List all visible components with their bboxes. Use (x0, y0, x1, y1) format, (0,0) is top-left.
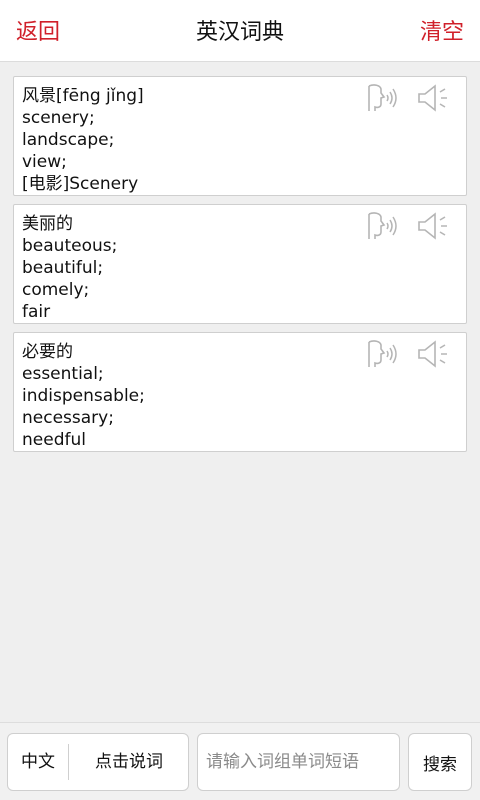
voice-input-icon[interactable] (364, 83, 400, 113)
search-input[interactable] (197, 733, 400, 791)
input-mode-group: 中文 点击说词 (7, 733, 189, 791)
speaker-icon[interactable] (416, 211, 452, 241)
result-meaning: beautiful; (22, 258, 104, 278)
result-meaning: comely; (22, 280, 90, 300)
result-card: 美丽的 beauteous; beautiful; comely; fair (13, 204, 467, 324)
result-meaning: [电影]Scenery (22, 174, 139, 194)
voice-input-icon[interactable] (364, 211, 400, 241)
result-meaning: fair (22, 302, 51, 322)
results-list: 风景[fēng jǐng] scenery; landscape; view; … (0, 62, 480, 722)
page-title: 英汉词典 (195, 20, 284, 45)
app-header: 返回 英汉词典 清空 (0, 0, 480, 62)
result-meaning: necessary; (22, 408, 114, 428)
result-card: 风景[fēng jǐng] scenery; landscape; view; … (13, 76, 467, 196)
search-button[interactable]: 搜索 (408, 733, 472, 791)
result-meaning: view; (22, 152, 67, 172)
voice-input-button[interactable]: 点击说词 (69, 734, 189, 790)
result-card: 必要的 essential; indispensable; necessary;… (13, 332, 467, 452)
result-actions (364, 83, 456, 113)
result-actions (364, 211, 456, 241)
result-meaning: indispensable; (22, 386, 145, 406)
speaker-icon[interactable] (416, 83, 452, 113)
voice-input-icon[interactable] (364, 339, 400, 369)
result-meaning: landscape; (22, 130, 115, 150)
bottom-bar: 中文 点击说词 搜索 (0, 722, 480, 800)
language-toggle[interactable]: 中文 (8, 734, 68, 790)
result-meaning: needful (22, 430, 86, 450)
speaker-icon[interactable] (416, 339, 452, 369)
result-actions (364, 339, 456, 369)
clear-button[interactable]: 清空 (420, 14, 464, 46)
